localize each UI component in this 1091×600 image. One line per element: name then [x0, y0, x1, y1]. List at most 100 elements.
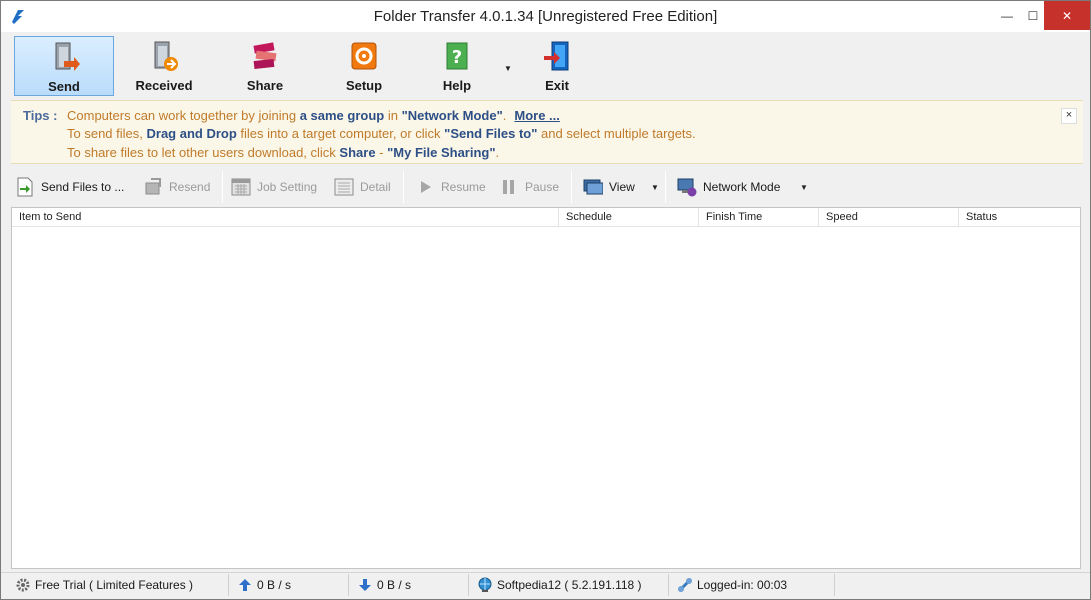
tip-text: Computers can work together by joining [67, 108, 300, 123]
column-schedule[interactable]: Schedule [559, 208, 699, 227]
send-button[interactable]: Send [14, 36, 114, 96]
view-label: View [609, 180, 635, 194]
toolbar-separator [403, 171, 404, 203]
close-button[interactable]: ✕ [1044, 1, 1090, 30]
tip-text: . [495, 145, 500, 160]
share-icon [253, 42, 277, 70]
minimize-button[interactable]: — [992, 1, 1022, 30]
exit-label: Exit [545, 78, 569, 93]
network-mode-button[interactable]: Network Mode [677, 175, 780, 199]
tip-highlight: Share [339, 145, 376, 160]
view-button[interactable]: View [583, 175, 635, 199]
exit-icon [544, 41, 569, 71]
tip-text: - [375, 145, 388, 160]
help-icon: ? [446, 42, 468, 70]
exit-button[interactable]: Exit [507, 36, 607, 96]
received-label: Received [135, 78, 193, 93]
send-files-button[interactable]: Send Files to ... [15, 175, 124, 199]
tip-line-1: Computers can work together by joining a… [67, 108, 560, 123]
connection-icon [677, 577, 693, 593]
main-toolbar: Send Received Share Setup ? Help ▼ Exit [9, 34, 1083, 96]
host-text: Softpedia12 ( 5.2.191.118 ) [497, 578, 642, 592]
pause-icon [503, 180, 514, 194]
share-label: Share [246, 78, 284, 93]
send-label: Send [48, 79, 80, 94]
app-window: Folder Transfer 4.0.1.34 [Unregistered F… [0, 0, 1091, 600]
tip-highlight: a same group [299, 108, 385, 123]
tip-text: To send files, [67, 126, 147, 141]
resend-button[interactable]: Resend [143, 175, 210, 199]
host-status: Softpedia12 ( 5.2.191.118 ) [471, 574, 669, 596]
column-speed[interactable]: Speed [819, 208, 959, 227]
send-files-label: Send Files to ... [41, 180, 125, 194]
trial-status: Free Trial ( Limited Features ) [9, 574, 229, 596]
detail-button[interactable]: Detail [334, 175, 391, 199]
tip-line-3: To share files to let other users downlo… [67, 145, 499, 160]
calendar-icon [231, 178, 251, 196]
toolbar-separator [571, 171, 572, 203]
resend-label: Resend [169, 180, 211, 194]
svg-text:?: ? [452, 47, 462, 68]
title-bar: Folder Transfer 4.0.1.34 [Unregistered F… [1, 1, 1090, 32]
resend-icon [145, 178, 161, 195]
received-icon [154, 41, 178, 71]
resume-button[interactable]: Resume [415, 175, 486, 199]
setup-label: Setup [345, 78, 383, 93]
network-mode-icon [677, 178, 697, 197]
download-speed: 0 B / s [351, 574, 469, 596]
upload-speed-value: 0 B / s [257, 578, 292, 592]
setup-icon [351, 42, 377, 70]
tips-panel: Tips : Computers can work together by jo… [11, 100, 1083, 164]
play-icon [421, 181, 431, 193]
window-title: Folder Transfer 4.0.1.34 [Unregistered F… [373, 8, 718, 25]
network-mode-label: Network Mode [703, 180, 781, 194]
tip-text: and select multiple targets. [537, 126, 696, 141]
list-header: Item to Send Schedule Finish Time Speed … [12, 208, 1080, 227]
column-finish-time[interactable]: Finish Time [699, 208, 819, 227]
pause-button[interactable]: Pause [499, 175, 559, 199]
trial-text: Free Trial ( Limited Features ) [35, 578, 194, 592]
upload-arrow-icon [239, 579, 251, 591]
tip-highlight: "Send Files to" [444, 126, 538, 141]
monitor-icon [583, 179, 603, 195]
column-status[interactable]: Status [959, 208, 1080, 227]
tip-text: files into a target computer, or click [236, 126, 445, 141]
pause-label: Pause [525, 180, 560, 194]
detail-icon [334, 178, 354, 196]
tip-highlight: "My File Sharing" [387, 145, 496, 160]
resume-label: Resume [441, 180, 486, 194]
download-speed-value: 0 B / s [377, 578, 412, 592]
download-arrow-icon [359, 579, 371, 591]
network-mode-dropdown-caret-icon[interactable]: ▼ [800, 183, 808, 192]
view-dropdown-caret-icon[interactable]: ▼ [651, 183, 659, 192]
toolbar-separator [222, 171, 223, 203]
login-text: Logged-in: 00:03 [697, 578, 788, 592]
upload-speed: 0 B / s [231, 574, 349, 596]
share-button[interactable]: Share [215, 36, 315, 96]
action-toolbar: Send Files to ... Resend Job Setting Det… [11, 169, 1083, 205]
tip-line-2: To send files, Drag and Drop files into … [67, 126, 696, 141]
help-button[interactable]: ? Help [407, 36, 507, 96]
tip-highlight: Drag and Drop [146, 126, 237, 141]
column-item-to-send[interactable]: Item to Send [12, 208, 559, 227]
tips-close-button[interactable]: × [1061, 108, 1077, 124]
globe-icon [478, 577, 492, 592]
tips-label: Tips : [23, 108, 58, 123]
toolbar-separator [665, 171, 666, 203]
received-button[interactable]: Received [114, 36, 214, 96]
send-files-icon [17, 177, 33, 197]
job-setting-button[interactable]: Job Setting [231, 175, 317, 199]
more-link[interactable]: More ... [514, 108, 560, 123]
maximize-button[interactable]: ☐ [1022, 1, 1044, 30]
help-label: Help [442, 78, 472, 93]
status-bar: Free Trial ( Limited Features ) 0 B / s … [1, 572, 1090, 599]
login-status: Logged-in: 00:03 [671, 574, 835, 596]
tip-text: in [384, 108, 402, 123]
tip-text: . [502, 108, 507, 123]
job-setting-label: Job Setting [257, 180, 318, 194]
tip-text: To share files to let other users downlo… [67, 145, 340, 160]
transfer-list[interactable]: Item to Send Schedule Finish Time Speed … [11, 207, 1081, 569]
setup-button[interactable]: Setup [314, 36, 414, 96]
send-icon [55, 42, 80, 71]
tip-highlight: "Network Mode" [401, 108, 503, 123]
